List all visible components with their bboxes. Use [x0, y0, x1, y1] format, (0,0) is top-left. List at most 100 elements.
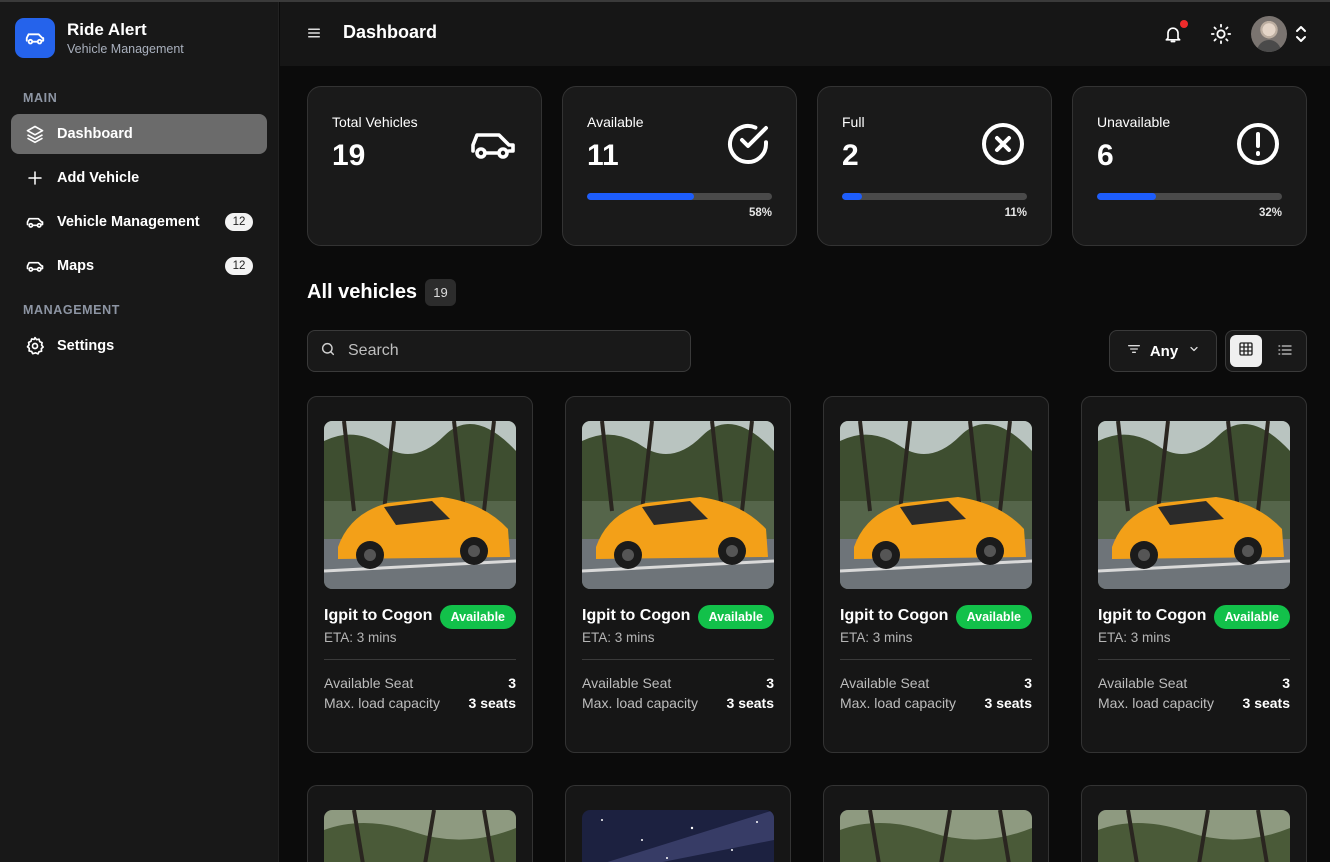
- vehicle-photo: [1098, 421, 1290, 589]
- vehicle-eta: ETA: 3 mins: [840, 630, 913, 645]
- x-circle-icon: [979, 120, 1027, 168]
- avatar[interactable]: [1251, 16, 1287, 52]
- filter-label: Any: [1149, 342, 1179, 360]
- status-badge: Available: [955, 605, 1032, 629]
- vehicle-eta: ETA: 3 mins: [582, 630, 655, 645]
- load-row: Max. load capacity 3 seats: [840, 695, 1032, 711]
- progress-bar: [842, 193, 1027, 200]
- chevron-up-down-icon[interactable]: [1294, 24, 1308, 44]
- page-title: Dashboard: [343, 22, 438, 42]
- vehicle-card[interactable]: [307, 785, 533, 862]
- search-input[interactable]: [348, 342, 668, 360]
- stat-card-unavailable: Unavailable 6 32%: [1072, 86, 1307, 246]
- vehicle-card[interactable]: Igpit to Cogon Available ETA: 3 mins Ava…: [565, 396, 791, 753]
- vehicle-eta: ETA: 3 mins: [1098, 630, 1171, 645]
- vehicle-photo: [324, 421, 516, 589]
- stat-card-full: Full 2 11%: [817, 86, 1052, 246]
- brand[interactable]: Ride Alert Vehicle Management: [15, 18, 184, 58]
- grid-icon: [1238, 341, 1254, 362]
- load-value: 3 seats: [1242, 695, 1290, 711]
- seat-value: 3: [508, 675, 516, 691]
- load-row: Max. load capacity 3 seats: [582, 695, 774, 711]
- vehicle-card[interactable]: Igpit to Cogon Available ETA: 3 mins Ava…: [823, 396, 1049, 753]
- stat-value: 2: [842, 139, 859, 172]
- stat-title: Full: [842, 114, 865, 130]
- status-badge: Available: [439, 605, 516, 629]
- stat-value: 11: [587, 139, 619, 172]
- vehicle-card[interactable]: Igpit to Cogon Available ETA: 3 mins Ava…: [1081, 396, 1307, 753]
- sidebar-item-label: Dashboard: [57, 126, 133, 142]
- search-box: [307, 330, 691, 372]
- vehicle-card[interactable]: [823, 785, 1049, 862]
- notification-dot: [1180, 20, 1188, 28]
- status-badge: Available: [1213, 605, 1290, 629]
- menu-icon[interactable]: [305, 24, 323, 42]
- vehicle-photo: [840, 421, 1032, 589]
- vehicle-eta: ETA: 3 mins: [324, 630, 397, 645]
- progress-percent: 32%: [1258, 207, 1282, 219]
- progress-bar: [1097, 193, 1282, 200]
- stat-title: Total Vehicles: [332, 114, 418, 130]
- sidebar-item-dashboard[interactable]: Dashboard: [11, 114, 267, 154]
- seat-row: Available Seat 3: [1098, 675, 1290, 691]
- grid-view-button[interactable]: [1230, 335, 1262, 367]
- load-row: Max. load capacity 3 seats: [324, 695, 516, 711]
- count-badge: 12: [225, 257, 253, 275]
- car-icon: [25, 212, 45, 232]
- progress-percent: 11%: [1004, 207, 1027, 219]
- seat-label: Available Seat: [840, 675, 930, 691]
- sidebar-item-label: Add Vehicle: [57, 170, 140, 186]
- sun-icon[interactable]: [1210, 23, 1232, 45]
- seat-row: Available Seat 3: [582, 675, 774, 691]
- load-label: Max. load capacity: [582, 695, 698, 711]
- stat-value: 19: [332, 139, 366, 172]
- view-toggle: [1225, 330, 1307, 372]
- vehicle-photo: [582, 421, 774, 589]
- stat-value: 6: [1097, 139, 1114, 172]
- load-value: 3 seats: [726, 695, 774, 711]
- load-label: Max. load capacity: [324, 695, 440, 711]
- load-row: Max. load capacity 3 seats: [1098, 695, 1290, 711]
- count-badge: 12: [225, 213, 253, 231]
- status-badge: Available: [697, 605, 774, 629]
- vehicle-route: Igpit to Cogon: [582, 607, 691, 624]
- load-value: 3 seats: [468, 695, 516, 711]
- divider: [1098, 659, 1290, 660]
- load-value: 3 seats: [984, 695, 1032, 711]
- section-title: All vehicles: [307, 281, 418, 303]
- sidebar-item-maps[interactable]: Maps 12: [11, 246, 267, 286]
- check-circle-icon: [724, 120, 772, 168]
- filter-dropdown[interactable]: Any: [1109, 330, 1217, 372]
- list-view-button[interactable]: [1274, 341, 1296, 363]
- vehicle-card[interactable]: [1081, 785, 1307, 862]
- load-label: Max. load capacity: [840, 695, 956, 711]
- progress-bar: [587, 193, 772, 200]
- vehicle-photo: [840, 810, 1032, 862]
- vehicle-route: Igpit to Cogon: [840, 607, 949, 624]
- seat-label: Available Seat: [1098, 675, 1188, 691]
- divider: [840, 659, 1032, 660]
- count-badge: 19: [425, 279, 456, 306]
- gear-icon: [25, 336, 45, 356]
- vehicle-route: Igpit to Cogon: [324, 607, 433, 624]
- vehicle-photo: [582, 810, 774, 862]
- car-icon: [25, 256, 45, 276]
- vehicle-photo: [324, 810, 516, 862]
- vehicle-card[interactable]: [565, 785, 791, 862]
- brand-subtitle: Vehicle Management: [67, 42, 184, 56]
- stat-title: Unavailable: [1097, 114, 1171, 130]
- vehicle-card[interactable]: Igpit to Cogon Available ETA: 3 mins Ava…: [307, 396, 533, 753]
- divider: [582, 659, 774, 660]
- seat-label: Available Seat: [324, 675, 414, 691]
- seat-row: Available Seat 3: [840, 675, 1032, 691]
- sidebar-item-add-vehicle[interactable]: Add Vehicle: [11, 158, 267, 198]
- sidebar-item-vehicle-management[interactable]: Vehicle Management 12: [11, 202, 267, 242]
- seat-value: 3: [766, 675, 774, 691]
- divider: [324, 659, 516, 660]
- sidebar-item-settings[interactable]: Settings: [11, 326, 267, 366]
- load-label: Max. load capacity: [1098, 695, 1214, 711]
- seat-value: 3: [1024, 675, 1032, 691]
- top-bar: Dashboard: [280, 2, 1330, 66]
- sidebar-item-label: Maps: [57, 258, 95, 274]
- filter-icon: [1126, 341, 1142, 362]
